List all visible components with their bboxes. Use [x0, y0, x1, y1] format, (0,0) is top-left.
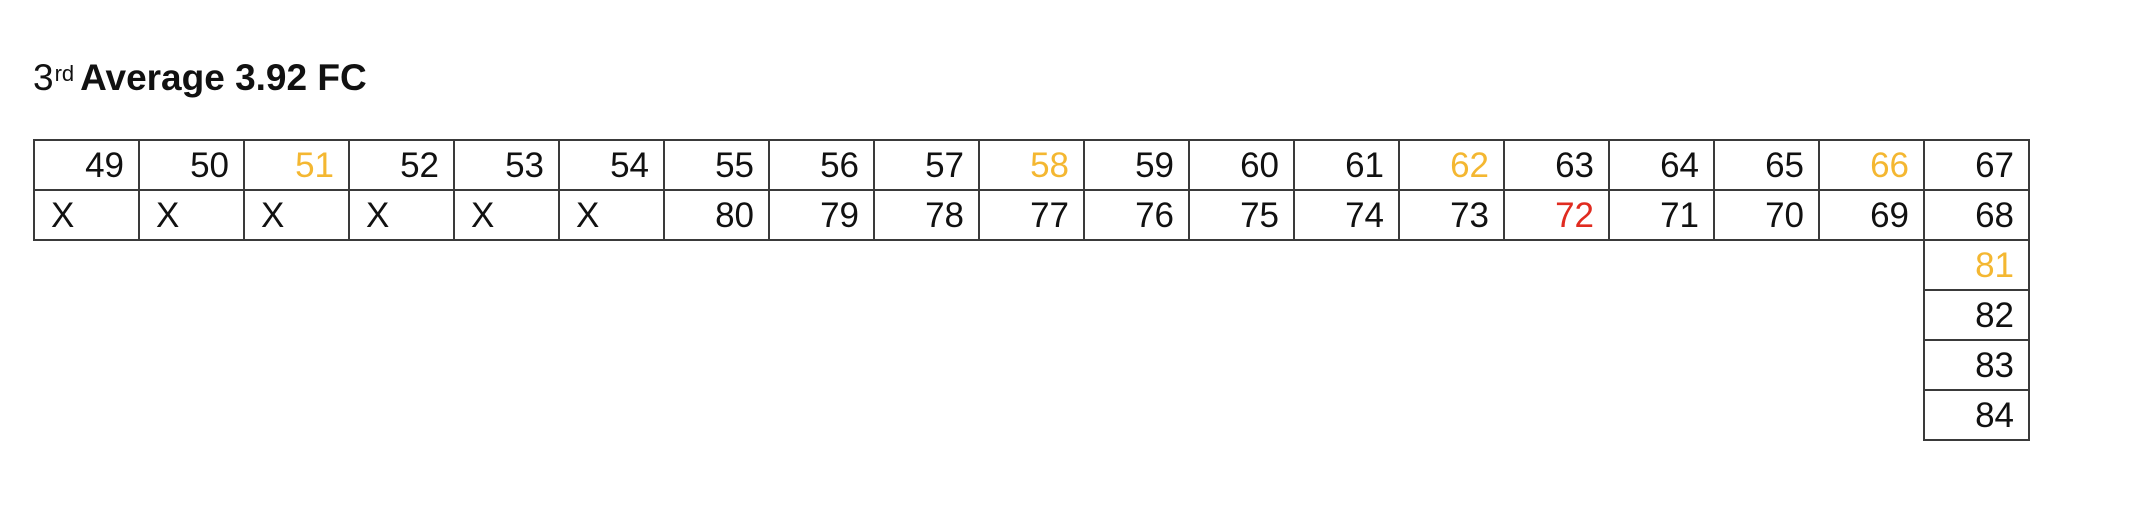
grid-cell-extension: 82 [1923, 289, 2030, 341]
grid-cell-bottom: X [348, 189, 455, 241]
grid-cell-extension: 84 [1923, 389, 2030, 441]
grid-cell-bottom: 73 [1398, 189, 1505, 241]
grid-cell-bottom: 68 [1923, 189, 2030, 241]
grid-cell-top: 60 [1188, 139, 1295, 191]
heading-ordinal: 3 [33, 57, 54, 98]
grid-cell-bottom: X [453, 189, 560, 241]
grid-cell-bottom: 78 [873, 189, 980, 241]
grid-cell-top: 66 [1818, 139, 1925, 191]
grid-cell-top: 50 [138, 139, 245, 191]
grid-cell-bottom: 70 [1713, 189, 1820, 241]
grid-cell-top: 53 [453, 139, 560, 191]
heading-ordinal-suffix: rd [54, 61, 75, 86]
grid-cell-bottom: 75 [1188, 189, 1295, 241]
grid-cell-extension: 81 [1923, 239, 2030, 291]
grid-cell-bottom: X [138, 189, 245, 241]
grid-cell-top: 64 [1608, 139, 1715, 191]
grid-cell-top: 55 [663, 139, 770, 191]
grid-cell-extension: 83 [1923, 339, 2030, 391]
grid-cell-top: 67 [1923, 139, 2030, 191]
grid-cell-bottom: X [33, 189, 140, 241]
heading-text: Average 3.92 FC [80, 57, 367, 98]
grid-cell-top: 58 [978, 139, 1085, 191]
grid-cell-bottom: 69 [1818, 189, 1925, 241]
grid-cell-bottom: 71 [1608, 189, 1715, 241]
page-title: 3rd Average 3.92 FC [33, 54, 367, 102]
grid-cell-top: 52 [348, 139, 455, 191]
grid-cell-bottom: 74 [1293, 189, 1400, 241]
grid-cell-bottom: X [558, 189, 665, 241]
grid-cell-top: 59 [1083, 139, 1190, 191]
grid-cell-top: 61 [1293, 139, 1400, 191]
grid-cell-bottom: 72 [1503, 189, 1610, 241]
grid-cell-bottom: 79 [768, 189, 875, 241]
grid-cell-top: 49 [33, 139, 140, 191]
grid-cell-top: 57 [873, 139, 980, 191]
grid-cell-bottom: 80 [663, 189, 770, 241]
grid-cell-top: 62 [1398, 139, 1505, 191]
grid-cell-top: 51 [243, 139, 350, 191]
grid-cell-top: 56 [768, 139, 875, 191]
grid-cell-bottom: 76 [1083, 189, 1190, 241]
grid-cell-bottom: X [243, 189, 350, 241]
grid-cell-top: 65 [1713, 139, 1820, 191]
grid-cell-bottom: 77 [978, 189, 1085, 241]
grid-cell-top: 54 [558, 139, 665, 191]
grid-cell-top: 63 [1503, 139, 1610, 191]
